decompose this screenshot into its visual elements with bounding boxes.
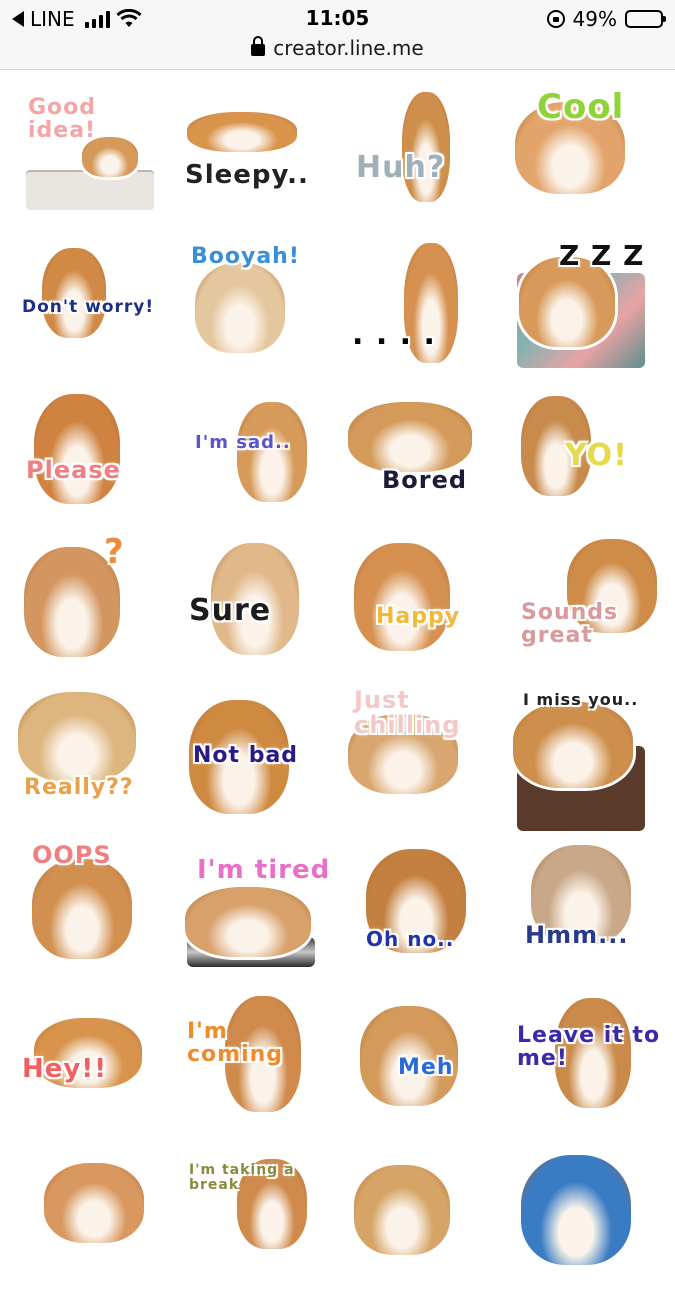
sticker-item[interactable]: Good idea! [12, 82, 177, 233]
sticker-item[interactable]: Bored [342, 384, 507, 535]
sticker-item[interactable]: Leave it to me! [507, 988, 672, 1139]
url-text[interactable]: creator.line.me [273, 36, 423, 60]
sticker-item[interactable]: I'm tired [177, 837, 342, 988]
sticker-caption: I'm sad.. [195, 432, 291, 453]
shiba-photo [44, 1163, 144, 1243]
shiba-photo [18, 692, 136, 782]
shiba-photo [185, 887, 311, 957]
sticker-caption: Good idea! [28, 95, 97, 144]
padlock-icon [251, 36, 266, 56]
sticker-caption: . . . . [352, 317, 436, 352]
sticker-item[interactable]: I'm sad.. [177, 384, 342, 535]
sticker-item[interactable]: Happy [342, 535, 507, 686]
sticker-item[interactable]: Hmm... [507, 837, 672, 988]
shiba-photo [82, 137, 138, 177]
sticker-caption: I'm tired [197, 855, 331, 885]
sticker-caption: YO! [565, 438, 628, 473]
sticker-caption: Sure [189, 593, 272, 628]
sticker-grid: Good idea! Sleepy.. Huh? Cool Don't worry! Bo… [12, 82, 672, 1290]
sticker-caption: Bored [382, 466, 468, 494]
sticker-caption: Booyah! [191, 244, 300, 269]
shiba-photo [348, 402, 472, 472]
sticker-item[interactable] [342, 1139, 507, 1290]
battery-percent: 49% [572, 7, 617, 31]
sticker-item[interactable]: Just chilling [342, 686, 507, 837]
sticker-item[interactable]: YO! [507, 384, 672, 535]
sticker-item[interactable]: Don't worry! [12, 233, 177, 384]
shiba-photo [402, 92, 450, 202]
sticker-caption: Cool [537, 87, 625, 127]
sticker-caption: Z Z Z [559, 239, 645, 272]
sticker-item[interactable]: Sounds great [507, 535, 672, 686]
shiba-photo [513, 702, 633, 788]
url-bar[interactable]: creator.line.me [0, 36, 675, 60]
sticker-item[interactable]: Cool [507, 82, 672, 233]
sticker-caption: Don't worry! [22, 297, 155, 317]
battery-icon [625, 10, 666, 28]
sticker-item[interactable]: Oh no.. [342, 837, 507, 988]
sticker-caption: Hmm... [525, 921, 629, 949]
sticker-caption: Meh [398, 1055, 454, 1080]
status-right: 49% [546, 6, 666, 32]
sticker-caption: Really?? [24, 775, 134, 800]
sticker-item[interactable]: Sure [177, 535, 342, 686]
sticker-item[interactable]: Z Z Z [507, 233, 672, 384]
sticker-item[interactable]: Really?? [12, 686, 177, 837]
sticker-caption: Just chilling [354, 686, 461, 740]
sticker-item[interactable]: OOPS [12, 837, 177, 988]
sticker-item[interactable]: I'm coming [177, 988, 342, 1139]
status-bar: LINE 11:05 49% creator.line.me [0, 0, 675, 70]
sticker-item[interactable]: Please [12, 384, 177, 535]
sticker-caption: Leave it to me! [517, 1023, 661, 1072]
shiba-photo [354, 543, 450, 651]
sticker-caption: I miss you.. [523, 690, 639, 709]
sticker-item[interactable]: I'm taking a break [177, 1139, 342, 1290]
sticker-caption: Please [26, 456, 121, 484]
sticker-item[interactable] [12, 1139, 177, 1290]
shiba-photo [32, 859, 132, 959]
shiba-photo [187, 112, 297, 152]
sticker-item[interactable]: . . . . [342, 233, 507, 384]
sticker-caption: Sleepy.. [185, 160, 309, 190]
sticker-caption: I'm coming [187, 1019, 284, 1068]
sticker-item[interactable]: I miss you.. [507, 686, 672, 837]
sticker-caption: I'm taking a break [189, 1162, 295, 1193]
sticker-caption: Not bad [193, 743, 299, 768]
sticker-caption: OOPS [32, 841, 112, 869]
sticker-item[interactable] [507, 1139, 672, 1290]
sticker-item[interactable]: Meh [342, 988, 507, 1139]
sticker-caption: Happy [376, 604, 461, 629]
sticker-caption: Hey!! [22, 1054, 108, 1084]
sticker-caption: Huh? [356, 150, 446, 185]
rotation-lock-icon [546, 10, 565, 28]
sticker-caption: Sounds great [521, 600, 619, 649]
shiba-photo [354, 1165, 450, 1255]
sticker-item[interactable]: Booyah! [177, 233, 342, 384]
sticker-item[interactable]: Not bad [177, 686, 342, 837]
shiba-photo [34, 394, 120, 504]
shiba-photo [42, 248, 106, 338]
sticker-item[interactable]: ? [12, 535, 177, 686]
sticker-caption: ? [104, 535, 125, 572]
sticker-item[interactable]: Hey!! [12, 988, 177, 1139]
shiba-photo [195, 263, 285, 353]
shiba-photo [521, 1155, 631, 1265]
sticker-item[interactable]: Huh? [342, 82, 507, 233]
sticker-caption: Oh no.. [366, 927, 455, 951]
sticker-item[interactable]: Sleepy.. [177, 82, 342, 233]
sticker-background [26, 172, 154, 210]
